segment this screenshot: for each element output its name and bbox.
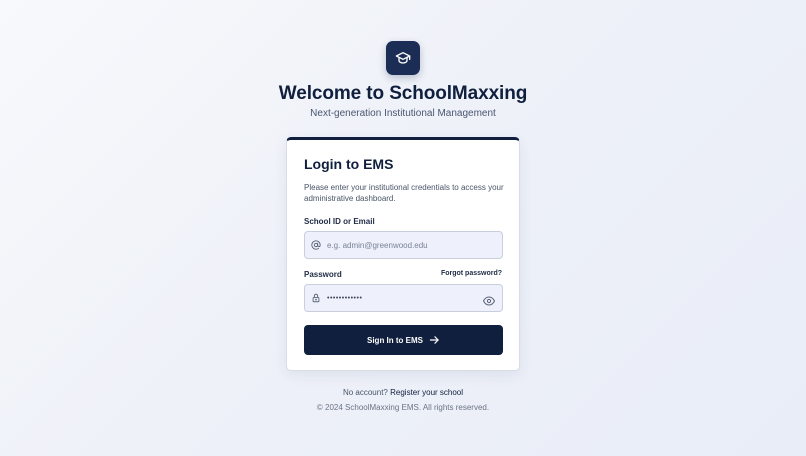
password-label: Password	[304, 270, 342, 279]
eye-icon[interactable]	[483, 293, 495, 306]
school-id-field-container[interactable]	[304, 231, 503, 259]
card-description: Please enter your institutional credenti…	[304, 183, 504, 203]
brand-logo	[386, 41, 420, 75]
page-title: Welcome to SchoolMaxxing	[278, 83, 528, 104]
sign-in-button-label: Sign In to EMS	[367, 335, 423, 345]
password-field-container[interactable]	[304, 284, 503, 312]
at-sign-icon	[311, 240, 321, 250]
forgot-password-link[interactable]: Forgot password?	[441, 270, 502, 277]
school-id-label: School ID or Email	[304, 217, 375, 226]
school-id-input[interactable]	[327, 232, 477, 258]
graduation-cap-icon	[395, 52, 411, 64]
register-prompt: No account? Register your school	[0, 388, 806, 397]
login-page: Welcome to SchoolMaxxing Next-generation…	[0, 0, 806, 456]
page-subtitle: Next-generation Institutional Management	[310, 108, 496, 119]
register-school-link[interactable]: Register your school	[390, 388, 463, 397]
login-card: Login to EMS Please enter your instituti…	[286, 137, 520, 371]
sign-in-button[interactable]: Sign In to EMS	[304, 325, 503, 355]
lock-icon	[311, 293, 321, 303]
card-title: Login to EMS	[304, 156, 394, 172]
password-input[interactable]	[327, 285, 477, 311]
register-prompt-text: No account?	[342, 388, 388, 397]
arrow-right-icon	[429, 336, 439, 344]
copyright-text: © 2024 SchoolMaxxing EMS. All rights res…	[316, 403, 490, 412]
